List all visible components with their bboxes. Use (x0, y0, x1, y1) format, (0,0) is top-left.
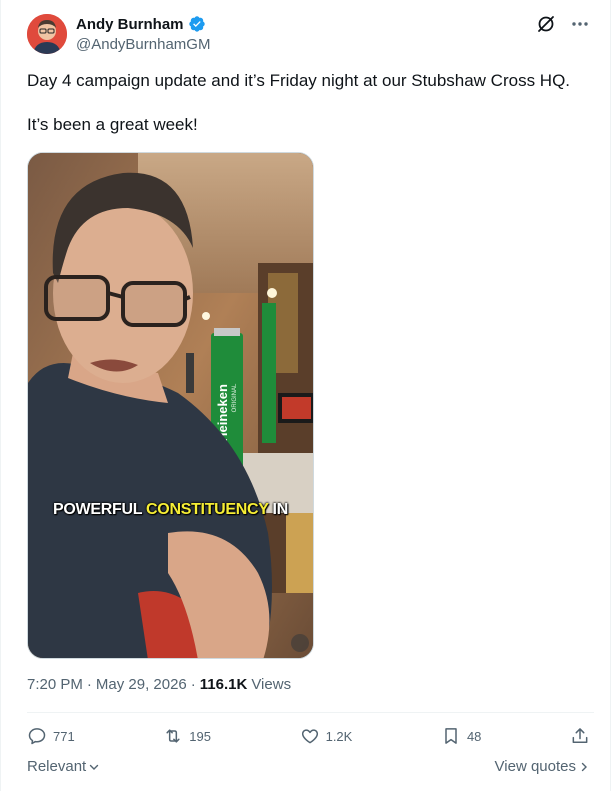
views-count[interactable]: 116.1K (200, 676, 248, 693)
caption-word-1: POWERFUL (53, 501, 142, 518)
view-quotes-link[interactable]: View quotes (495, 758, 590, 775)
tweet-date[interactable]: May 29, 2026 (96, 676, 187, 693)
reply-count: 771 (53, 728, 75, 744)
sort-label: Relevant (27, 758, 87, 775)
divider (27, 712, 594, 713)
tweet-text: Day 4 campaign update and it’s Friday ni… (27, 71, 571, 134)
tweet-meta: 7:20 PM · May 29, 2026 · 116.1K Views (27, 676, 291, 693)
views-label: Views (251, 676, 292, 693)
action-bar: 771 195 1.2K 48 (27, 724, 590, 748)
grok-icon[interactable] (536, 14, 556, 34)
repost-button[interactable]: 195 (163, 726, 211, 746)
meta-separator: · (190, 676, 196, 693)
avatar-image (27, 14, 67, 54)
more-icon[interactable] (570, 14, 590, 34)
video-frame: Heineken ORIGINAL (28, 153, 313, 658)
caption-word-2: CONSTITUENCY (146, 501, 269, 518)
author-handle[interactable]: @AndyBurnhamGM (76, 36, 210, 53)
video-player[interactable]: Heineken ORIGINAL POWERFUL CONSTITUENCY … (27, 152, 314, 659)
video-caption: POWERFUL CONSTITUENCY IN (28, 501, 313, 519)
repost-count: 195 (189, 728, 211, 744)
chevron-right-icon (581, 762, 587, 771)
bookmark-icon (445, 728, 457, 744)
caption-word-3: IN (272, 501, 289, 518)
share-icon (572, 728, 588, 743)
verified-badge-icon (188, 15, 206, 33)
avatar[interactable] (27, 14, 67, 54)
tweet-time[interactable]: 7:20 PM (27, 676, 83, 693)
reply-icon (28, 728, 46, 745)
heart-icon (301, 729, 318, 744)
meta-separator: · (86, 676, 92, 693)
repost-icon (166, 729, 180, 743)
view-quotes-label: View quotes (494, 758, 576, 775)
like-button[interactable]: 1.2K (300, 726, 353, 746)
tap-brand-sub: ORIGINAL (232, 383, 238, 412)
chevron-down-icon (90, 764, 99, 770)
bookmark-count: 48 (466, 728, 482, 744)
reply-button[interactable]: 771 (27, 726, 75, 746)
author-name[interactable]: Andy Burnham (76, 16, 184, 33)
tweet-container: Andy Burnham @AndyBurnhamGM Day 4 campai… (0, 0, 611, 791)
sort-relevant-dropdown[interactable]: Relevant (27, 758, 100, 775)
like-count: 1.2K (325, 728, 353, 744)
bookmark-button[interactable]: 48 (441, 726, 481, 746)
share-button[interactable] (570, 726, 590, 746)
